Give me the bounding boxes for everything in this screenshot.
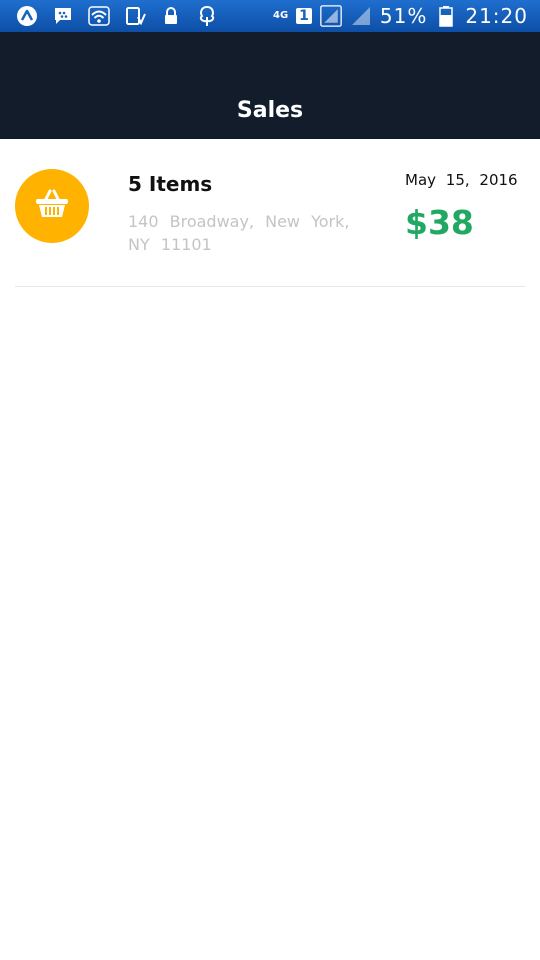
wifi-icon: [88, 5, 110, 27]
device-download-icon: [124, 5, 146, 27]
sim-badge: 1: [296, 8, 312, 24]
sale-list-item[interactable]: 5 Items 140 Broadway, New York, NY 11101…: [0, 139, 540, 287]
battery-percent: 51%: [379, 4, 428, 28]
sale-address: 140 Broadway, New York, NY 11101: [128, 212, 350, 254]
basket-icon: [34, 188, 70, 224]
app-bar: Sales: [0, 32, 540, 139]
page-title: Sales: [236, 98, 304, 123]
status-bar: 4G 1 51% 21:20: [0, 0, 540, 32]
sale-amount: $38: [405, 203, 474, 242]
chat-icon: [52, 5, 74, 27]
signal-secondary-icon: [350, 5, 372, 27]
sale-item-count: 5 Items: [128, 172, 213, 196]
sale-date: May 15, 2016: [405, 171, 518, 189]
signal-icon: [320, 5, 342, 27]
sale-avatar: [15, 169, 89, 243]
app-launcher-icon: [16, 5, 38, 27]
list-divider: [15, 286, 525, 287]
network-type-label: 4G: [272, 10, 289, 21]
clock: 21:20: [465, 4, 528, 28]
sim-label: 1: [299, 8, 309, 24]
battery-icon: [435, 5, 457, 27]
lock-icon: [160, 5, 182, 27]
tree-icon: [196, 5, 218, 27]
